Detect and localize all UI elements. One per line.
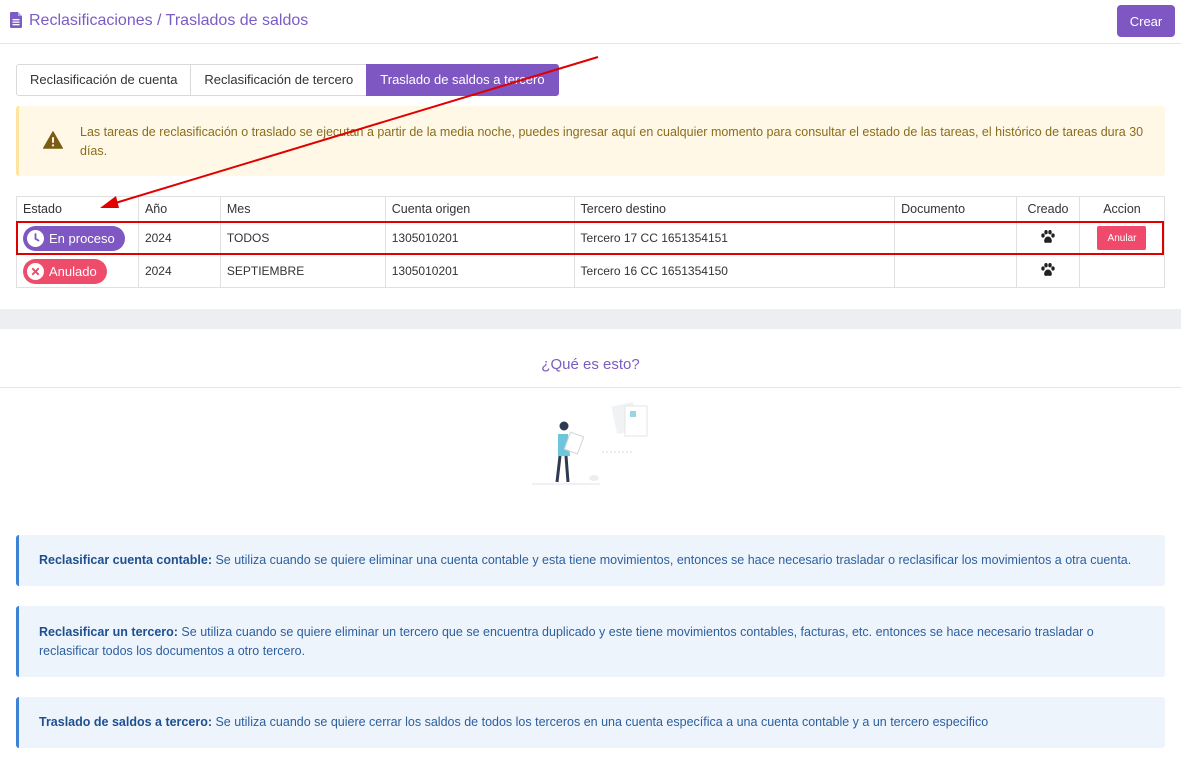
- info-term: Reclasificar cuenta contable:: [39, 553, 212, 567]
- created-cell: [1016, 221, 1080, 255]
- help-divider: [0, 387, 1181, 388]
- created-cell: [1016, 254, 1080, 288]
- page-header: Reclasificaciones / Traslados de saldos …: [0, 0, 1181, 44]
- document-icon: [10, 12, 22, 28]
- paw-icon: [1041, 229, 1055, 243]
- help-title: ¿Qué es esto?: [541, 356, 640, 373]
- clock-icon: [27, 229, 44, 247]
- info-description: Se utiliza cuando se quiere eliminar una…: [211, 553, 1132, 567]
- column-header-creado: Creado: [1016, 196, 1080, 222]
- tab-bar: Reclasificación de cuenta Reclasificació…: [16, 64, 559, 96]
- account-cell: 1305010201: [384, 221, 575, 255]
- page-title: Reclasificaciones / Traslados de saldos: [29, 12, 309, 29]
- info-term: Reclasificar un tercero:: [39, 625, 178, 639]
- cancel-task-button[interactable]: Anular: [1097, 226, 1147, 250]
- column-header-estado: Estado: [16, 196, 139, 222]
- column-header-cuenta-origen: Cuenta origen: [384, 196, 575, 222]
- document-cell: [894, 254, 1017, 288]
- account-cell: 1305010201: [384, 254, 575, 288]
- column-header-accion: Accion: [1078, 196, 1166, 222]
- section-divider: [0, 309, 1181, 329]
- year-cell: 2024: [137, 221, 221, 255]
- year-cell: 2024: [137, 254, 221, 288]
- tasks-table: Estado Año Mes Cuenta origen Tercero des…: [16, 196, 1166, 288]
- status-badge: Anulado: [23, 258, 107, 284]
- action-cell: [1078, 254, 1166, 288]
- person-papers-illustration: [532, 402, 648, 485]
- table-header-row: Estado Año Mes Cuenta origen Tercero des…: [16, 196, 1166, 222]
- third-party-cell: Tercero 17 CC 1651354151: [573, 221, 896, 255]
- create-button[interactable]: Crear: [1117, 5, 1175, 37]
- info-reclasificar-cuenta: Reclasificar cuenta contable: Se utiliza…: [16, 535, 1165, 586]
- month-cell: TODOS: [219, 221, 386, 255]
- info-term: Traslado de saldos a tercero:: [39, 715, 212, 729]
- status-label: En proceso: [49, 230, 115, 246]
- x-circle-icon: [27, 262, 44, 280]
- column-header-documento: Documento: [894, 196, 1017, 222]
- tab-traslado-saldos[interactable]: Traslado de saldos a tercero: [366, 64, 559, 96]
- info-description: Se utiliza cuando se quiere cerrar los s…: [212, 715, 989, 729]
- status-label: Anulado: [49, 263, 97, 279]
- status-cell: Anulado: [16, 254, 139, 288]
- month-cell: SEPTIEMBRE: [219, 254, 386, 288]
- warning-alert: Las tareas de reclasificación o traslado…: [16, 106, 1165, 176]
- status-badge: En proceso: [23, 225, 125, 251]
- alert-message: Las tareas de reclasificación o traslado…: [80, 125, 1144, 158]
- warning-icon: [43, 131, 63, 149]
- status-cell: En proceso: [16, 221, 139, 255]
- action-cell: Anular: [1078, 221, 1166, 255]
- tab-reclasificacion-tercero[interactable]: Reclasificación de tercero: [190, 64, 368, 96]
- tab-reclasificacion-cuenta[interactable]: Reclasificación de cuenta: [16, 64, 192, 96]
- info-reclasificar-tercero: Reclasificar un tercero: Se utiliza cuan…: [16, 606, 1165, 677]
- table-row: En proceso 2024 TODOS 1305010201 Tercero…: [16, 221, 1166, 255]
- table-row: Anulado 2024 SEPTIEMBRE 1305010201 Terce…: [16, 254, 1166, 288]
- document-cell: [894, 221, 1017, 255]
- column-header-tercero-destino: Tercero destino: [573, 196, 896, 222]
- column-header-anio: Año: [137, 196, 221, 222]
- column-header-mes: Mes: [219, 196, 386, 222]
- info-traslado-saldos: Traslado de saldos a tercero: Se utiliza…: [16, 697, 1165, 748]
- info-description: Se utiliza cuando se quiere eliminar un …: [39, 625, 1094, 658]
- third-party-cell: Tercero 16 CC 1651354150: [573, 254, 896, 288]
- paw-icon: [1041, 262, 1055, 276]
